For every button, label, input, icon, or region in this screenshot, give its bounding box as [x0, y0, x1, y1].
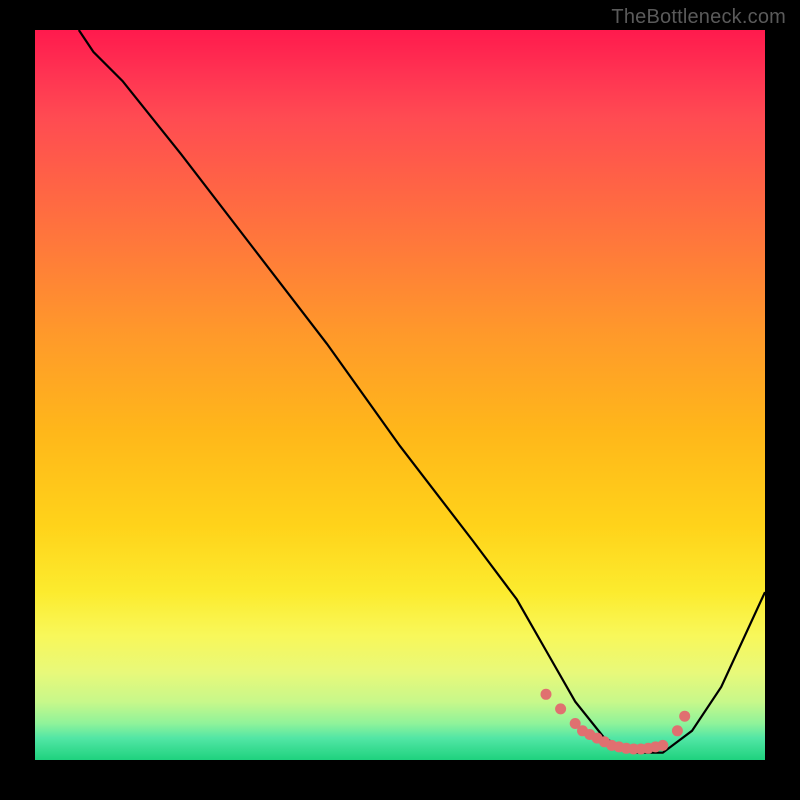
highlight-dot [555, 703, 566, 714]
bottleneck-curve [79, 30, 765, 753]
highlight-dot [541, 689, 552, 700]
watermark-text: TheBottleneck.com [611, 6, 786, 29]
plot-area [35, 30, 765, 760]
chart-container: TheBottleneck.com [0, 0, 800, 800]
highlight-dot [679, 711, 690, 722]
highlight-dot [672, 725, 683, 736]
chart-svg [35, 30, 765, 760]
highlight-dot [657, 740, 668, 751]
highlight-dots-group [541, 689, 691, 755]
